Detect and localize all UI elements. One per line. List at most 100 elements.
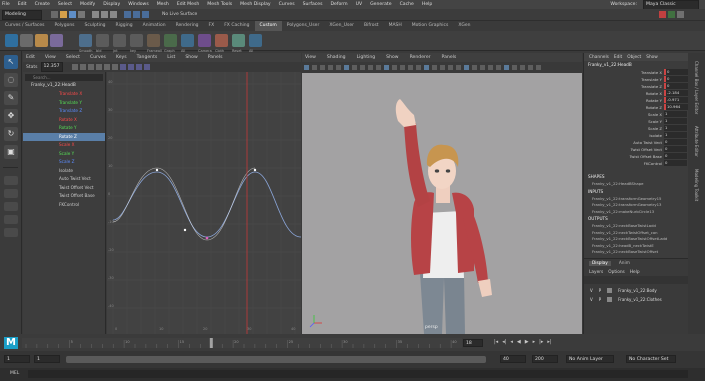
snap-point-icon[interactable] <box>142 11 149 18</box>
end-frame-field[interactable]: 200 <box>532 355 558 363</box>
channel-attr-value[interactable]: 1 <box>664 132 687 138</box>
shelf-tab[interactable]: Bifrost <box>359 21 384 31</box>
polygon-sphere-icon[interactable] <box>5 34 18 47</box>
step-back-frame-icon[interactable]: ◂ <box>510 339 513 345</box>
graph-menu-item[interactable]: Curves <box>87 55 106 60</box>
select-component-icon[interactable] <box>110 11 117 18</box>
shelf-tab[interactable]: Rigging <box>111 21 138 31</box>
shelf-icon[interactable]: key <box>130 34 143 53</box>
layer-row[interactable]: V P Franky_v1_22:Body <box>584 286 689 295</box>
command-language[interactable]: MEL <box>10 371 19 376</box>
menu-item[interactable]: Mesh <box>155 2 169 7</box>
channel-box-menu-item[interactable]: Edit <box>614 55 622 60</box>
outliner-channel-item[interactable]: Translate Z <box>23 107 105 116</box>
shelf-tab[interactable]: MASH <box>384 21 407 31</box>
channel-box-object[interactable]: Franky_v1_22:HeadB <box>584 61 688 69</box>
scale-tool-icon[interactable]: ▣ <box>4 145 18 159</box>
side-strip-tab[interactable]: Attribute Editor <box>694 122 699 161</box>
linear-tangent-icon[interactable] <box>87 64 94 70</box>
outliner-channel-item[interactable]: Isolate <box>23 167 105 176</box>
layer-tab[interactable]: Display <box>589 261 611 266</box>
viewport-toolbar-icon[interactable] <box>415 65 421 70</box>
mode-dropdown[interactable]: Modeling <box>2 9 42 20</box>
viewport-toolbar-icon[interactable] <box>335 65 341 70</box>
menu-item[interactable]: UV <box>354 2 363 7</box>
viewport-menu-item[interactable]: Lighting <box>354 55 376 60</box>
outliner-channel-item[interactable]: Translate X <box>23 90 105 99</box>
character-set-dropdown[interactable]: No Character Set <box>626 355 676 363</box>
menu-item[interactable]: Curves <box>277 2 295 7</box>
viewport-menu-item[interactable]: Renderer <box>407 55 431 60</box>
viewport-toolbar-icon[interactable] <box>423 65 429 70</box>
layer-playback-toggle[interactable]: P <box>599 295 601 304</box>
break-tangent-icon[interactable] <box>127 64 134 70</box>
channel-box-menu-item[interactable]: Object <box>627 55 641 60</box>
outliner-search-field[interactable]: Search... <box>25 74 103 81</box>
graph-menu-item[interactable]: Tangents <box>134 55 158 60</box>
keyframe-point[interactable] <box>155 168 159 172</box>
go-to-start-icon[interactable]: |◂ <box>494 339 498 345</box>
render-icon[interactable] <box>659 11 666 18</box>
layer-playback-toggle[interactable]: P <box>599 286 601 295</box>
layer-menu-item[interactable]: Help <box>630 270 640 275</box>
shelf-tab[interactable]: FX Caching <box>219 21 254 31</box>
viewport-toolbar-icon[interactable] <box>471 65 477 70</box>
lasso-icon[interactable] <box>35 34 48 47</box>
channel-attr-value[interactable]: 0 <box>664 83 689 89</box>
side-by-side-pane-icon[interactable] <box>4 202 18 211</box>
new-scene-icon[interactable] <box>51 11 58 18</box>
shelf-icon[interactable]: Graph <box>164 34 177 53</box>
keyframe-point[interactable] <box>253 168 257 172</box>
outliner-channel-item[interactable]: Translate Y <box>23 99 105 108</box>
channel-attr-value[interactable]: 0 <box>664 69 689 75</box>
channel-attr-value[interactable]: 1 <box>664 125 687 131</box>
viewport-toolbar-icon[interactable] <box>407 65 413 70</box>
viewport-toolbar-icon[interactable] <box>535 65 541 70</box>
channel-attr-row[interactable]: Translate Y0 <box>584 76 689 83</box>
channel-box-menu-item[interactable]: Show <box>646 55 658 60</box>
menu-item[interactable]: Mesh Display <box>238 2 271 7</box>
menu-item[interactable]: Create <box>33 2 50 7</box>
menu-item[interactable]: File <box>0 2 10 7</box>
shelf-tab[interactable]: XGen <box>453 21 475 31</box>
channel-attr-row[interactable]: Scale Y1 <box>584 118 688 125</box>
shelf-tab[interactable]: Custom <box>254 21 282 31</box>
channel-attr-row[interactable]: Translate Z0 <box>584 83 689 90</box>
lasso-tool-icon[interactable]: ◌ <box>4 73 18 87</box>
viewport-3d[interactable]: persp <box>302 73 582 334</box>
viewport-toolbar-icon[interactable] <box>503 65 509 70</box>
shelf-tab[interactable]: Rendering <box>171 21 204 31</box>
channel-attr-value[interactable]: 0 <box>664 139 687 145</box>
layer-visibility-toggle[interactable]: V <box>590 286 593 295</box>
menu-item[interactable]: Windows <box>126 2 149 7</box>
viewport-toolbar-icon[interactable] <box>359 65 365 70</box>
shelf-tab[interactable]: Animation <box>138 21 171 31</box>
shelf-icon[interactable]: Reset <box>232 34 245 53</box>
play-forward-icon[interactable]: ▶ <box>525 339 529 345</box>
viewport-toolbar-icon[interactable] <box>391 65 397 70</box>
step-tangent-icon[interactable] <box>103 64 110 70</box>
channel-attr-value[interactable]: -0.971 <box>664 97 689 103</box>
layer-tab[interactable]: Anim <box>616 261 633 266</box>
graph-persp-icon[interactable] <box>4 228 18 237</box>
flat-tangent-icon[interactable] <box>95 64 102 70</box>
viewport-toolbar-icon[interactable] <box>303 65 309 70</box>
anim-layer-dropdown[interactable]: No Anim Layer <box>566 355 614 363</box>
channel-attr-value[interactable]: 0 <box>664 153 687 159</box>
outliner-channel-item[interactable]: Scale Z <box>23 158 105 167</box>
menu-item[interactable]: Help <box>420 2 432 7</box>
buffer-curve-icon[interactable] <box>119 64 126 70</box>
unify-tangent-icon[interactable] <box>135 64 142 70</box>
rotate-tool-icon[interactable]: ↻ <box>4 127 18 141</box>
layer-color-swatch[interactable] <box>607 288 613 293</box>
shelf-tab[interactable]: Sculpting <box>80 21 111 31</box>
shelf-icon[interactable]: Frameall <box>147 34 162 53</box>
side-strip-tab[interactable]: Channel Box / Layer Editor <box>694 57 699 118</box>
shelf-tab[interactable]: Polygons <box>50 21 80 31</box>
channel-attr-value[interactable]: 10.964 <box>664 104 689 110</box>
shelf-tab[interactable]: XGen_User <box>324 21 359 31</box>
viewport-toolbar-icon[interactable] <box>383 65 389 70</box>
output-node[interactable]: Franky_v1_22:neckBaseTwistOffset <box>584 249 688 256</box>
range-end-field[interactable]: 40 <box>500 355 526 363</box>
viewport-toolbar-icon[interactable] <box>351 65 357 70</box>
